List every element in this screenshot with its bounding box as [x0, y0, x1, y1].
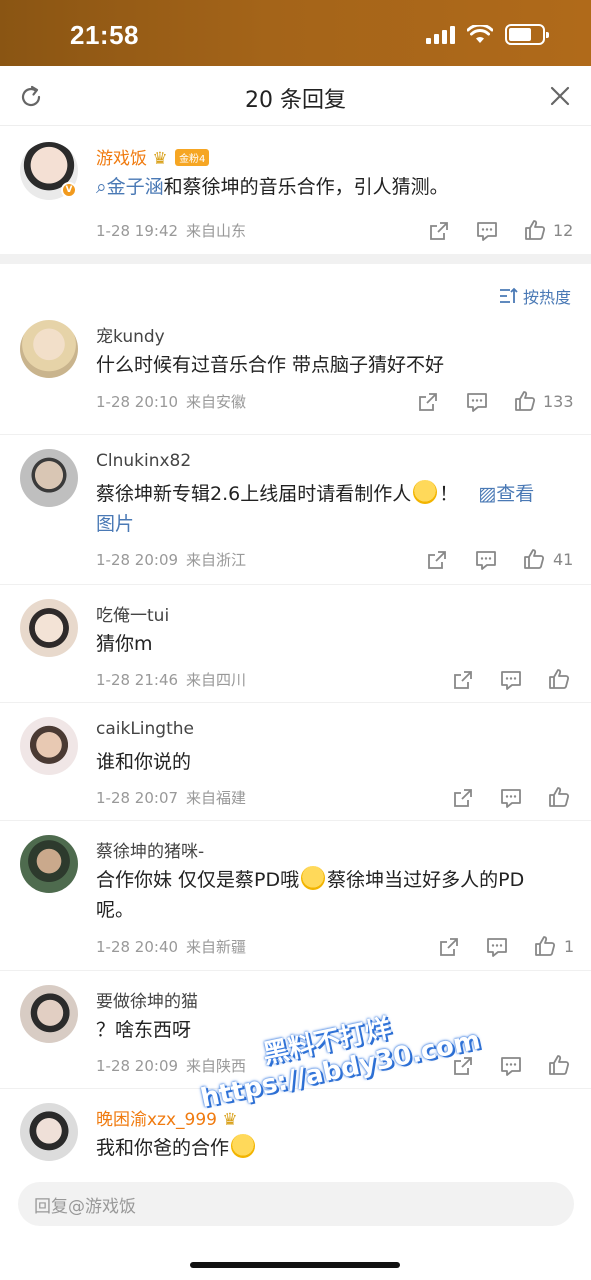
comment-icon[interactable] — [466, 391, 488, 413]
share-icon[interactable] — [452, 1055, 474, 1077]
reply-meta: 1-28 20:40 来自新疆 — [96, 938, 247, 956]
avatar[interactable] — [20, 985, 78, 1043]
comment-icon[interactable] — [486, 936, 508, 958]
fan-badge: 金粉4 — [175, 149, 210, 166]
list-item: 晚困渝xzx_999 ♛ 我和你爸的合作 — [0, 1088, 591, 1168]
like-count: 41 — [553, 550, 574, 569]
share-icon[interactable] — [438, 936, 460, 958]
replies-sheet: 20 条回复 V 游戏饭 ♛ 金粉4 ⌕金子涵和蔡徐坤的音乐合作，引人猜测。 1… — [0, 66, 591, 1280]
avatar[interactable] — [20, 599, 78, 657]
sort-by-heat-button[interactable]: 按热度 — [499, 284, 571, 308]
wifi-icon — [467, 24, 493, 43]
replies-list: 宠kundy 什么时候有过音乐合作 带点脑子猜好不好 1-28 20:10 来自安… — [0, 316, 591, 1168]
sheet-header: 20 条回复 — [0, 66, 591, 126]
list-item: 宠kundy 什么时候有过音乐合作 带点脑子猜好不好 1-28 20:10 来自安… — [0, 316, 591, 434]
section-divider — [0, 254, 591, 264]
comment-icon[interactable] — [475, 549, 497, 571]
reply-username[interactable]: 晚困渝xzx_999 ♛ — [96, 1105, 238, 1130]
view-image-link[interactable]: ▨查看 — [478, 483, 534, 505]
sheet-title: 20 条回复 — [245, 88, 346, 113]
like-icon[interactable] — [514, 390, 536, 412]
reply-username[interactable]: Clnukinx82 — [96, 451, 191, 471]
status-icons — [426, 24, 549, 45]
list-item: 要做徐坤的猫 ？啥东西呀 1-28 20:09 来自陕西 — [0, 970, 591, 1088]
share-icon[interactable] — [417, 391, 439, 413]
like-count: 12 — [553, 221, 574, 240]
home-indicator — [190, 1262, 400, 1268]
reply-text: 猜你m — [96, 633, 153, 655]
sort-row: 按热度 — [0, 264, 591, 316]
reply-input[interactable]: 回复@游戏饭 — [18, 1182, 574, 1226]
avatar[interactable] — [20, 449, 78, 507]
avatar[interactable] — [20, 1103, 78, 1161]
emoji-icon — [413, 480, 438, 504]
reply-text-line2: 呢。 — [96, 899, 135, 921]
status-time: 21:58 — [70, 20, 139, 50]
like-icon[interactable] — [548, 1054, 570, 1076]
list-item: caikLingthe 谁和你说的 1-28 20:07 来自福建 — [0, 702, 591, 820]
reply-text: 谁和你说的 — [96, 751, 192, 773]
emoji-icon — [231, 1134, 256, 1158]
comment-icon[interactable] — [500, 669, 522, 691]
reply-meta: 1-28 20:09 来自陕西 — [96, 1057, 247, 1075]
like-icon[interactable] — [534, 935, 556, 957]
list-item: 吃俺一tui 猜你m 1-28 21:46 来自四川 — [0, 584, 591, 702]
reply-text: 蔡徐坤新专辑2.6上线届时请看制作人！ ▨查看 — [96, 479, 576, 509]
reply-text: 合作你妹 仅仅是蔡PD哦 蔡徐坤当过好多人的PD — [96, 865, 576, 895]
list-item: Clnukinx82 蔡徐坤新专辑2.6上线届时请看制作人！ ▨查看 图片 1-… — [0, 434, 591, 584]
emoji-icon — [301, 866, 326, 890]
share-icon[interactable] — [428, 220, 450, 242]
reply-username[interactable]: caikLingthe — [96, 719, 194, 739]
like-count: 133 — [543, 392, 574, 411]
main-username[interactable]: 游戏饭 ♛ 金粉4 — [96, 144, 210, 169]
sort-icon — [499, 287, 518, 303]
share-icon[interactable] — [452, 669, 474, 691]
image-icon: ▨ — [478, 483, 497, 505]
verified-badge-icon: V — [61, 182, 77, 198]
like-icon[interactable] — [523, 548, 545, 570]
search-icon: ⌕ — [96, 176, 107, 198]
like-icon[interactable] — [548, 786, 570, 808]
share-icon[interactable] — [452, 787, 474, 809]
like-icon[interactable] — [548, 668, 570, 690]
avatar[interactable] — [20, 835, 78, 893]
reply-text: 什么时候有过音乐合作 带点脑子猜好不好 — [96, 354, 445, 376]
main-comment-meta: 1-28 19:42 来自山东 — [96, 222, 247, 240]
avatar[interactable] — [20, 717, 78, 775]
reply-username[interactable]: 吃俺一tui — [96, 601, 169, 626]
reply-meta: 1-28 20:09 来自浙江 — [96, 551, 247, 569]
reply-text: 我和你爸的合作 — [96, 1133, 257, 1163]
view-image-link-wrap[interactable]: 图片 — [96, 509, 134, 539]
reply-meta: 1-28 20:07 来自福建 — [96, 789, 247, 807]
reply-username[interactable]: 宠kundy — [96, 322, 165, 347]
signal-icon — [426, 25, 455, 44]
mention-link[interactable]: ⌕金子涵 — [96, 176, 164, 198]
sort-label: 按热度 — [522, 288, 571, 307]
reply-meta: 1-28 20:10 来自安徽 — [96, 393, 247, 411]
reply-text: ？啥东西呀 — [96, 1019, 192, 1041]
reply-username[interactable]: 蔡徐坤的猪咪- — [96, 837, 204, 862]
status-bar: 21:58 — [0, 0, 591, 66]
comment-icon[interactable] — [500, 787, 522, 809]
list-item: 蔡徐坤的猪咪- 合作你妹 仅仅是蔡PD哦 蔡徐坤当过好多人的PD 呢。 1-28 … — [0, 820, 591, 970]
crown-icon: ♛ — [152, 149, 168, 169]
comment-icon[interactable] — [476, 220, 498, 242]
main-comment: V 游戏饭 ♛ 金粉4 ⌕金子涵和蔡徐坤的音乐合作，引人猜测。 1-28 19:… — [0, 126, 591, 254]
reply-meta: 1-28 21:46 来自四川 — [96, 671, 247, 689]
share-icon[interactable] — [426, 549, 448, 571]
reply-username[interactable]: 要做徐坤的猫 — [96, 987, 198, 1012]
comment-icon[interactable] — [500, 1055, 522, 1077]
avatar[interactable] — [20, 320, 78, 378]
like-count: 1 — [564, 937, 575, 956]
like-icon[interactable] — [524, 219, 546, 241]
battery-icon — [505, 24, 549, 45]
crown-icon: ♛ — [222, 1110, 238, 1130]
close-icon[interactable] — [549, 85, 571, 107]
main-comment-text: ⌕金子涵和蔡徐坤的音乐合作，引人猜测。 — [96, 176, 449, 198]
